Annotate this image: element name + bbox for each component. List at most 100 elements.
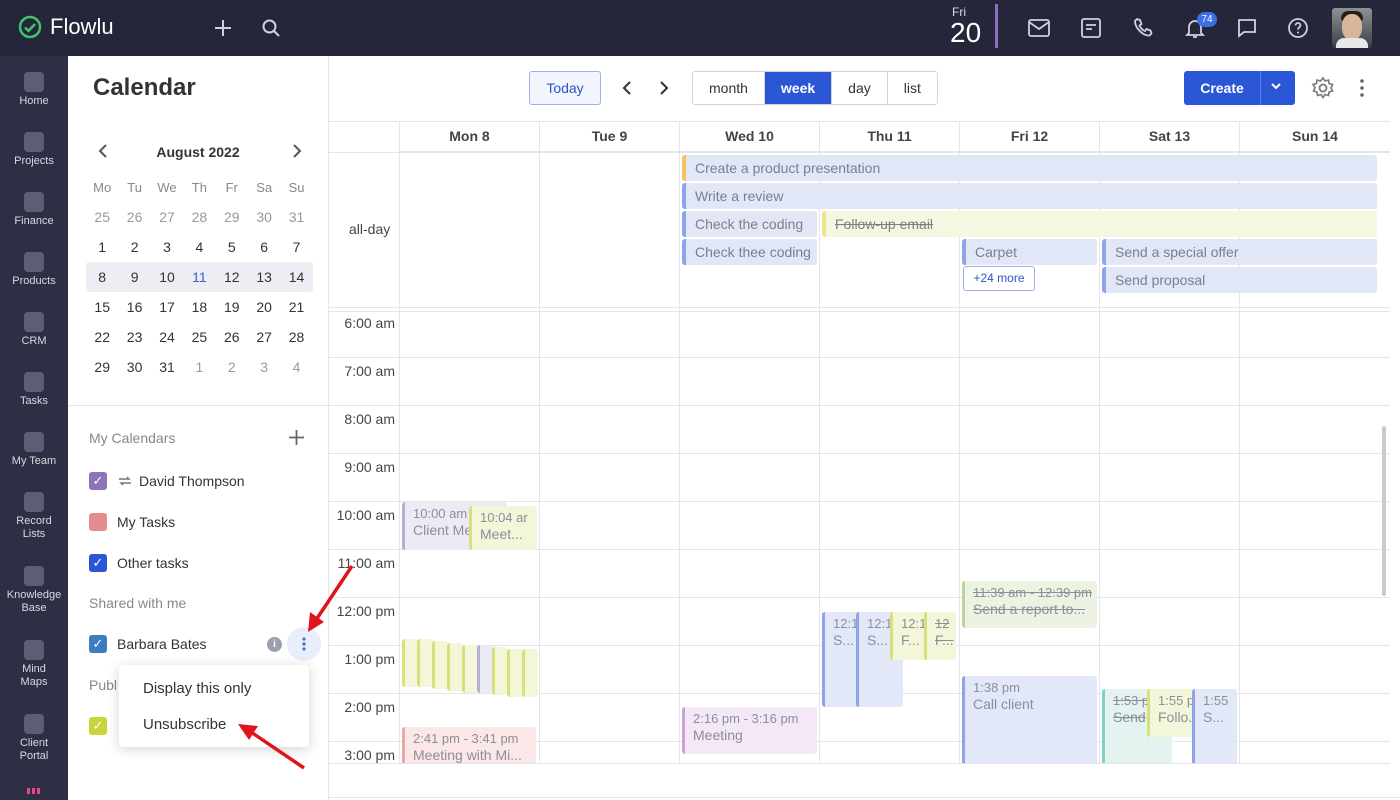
mini-day[interactable]: 3 [151, 239, 183, 255]
day-header[interactable]: Sun 14 [1239, 122, 1390, 152]
chevron-down-icon[interactable] [1270, 79, 1282, 96]
mini-day[interactable]: 3 [248, 359, 280, 375]
checkbox-checked-icon[interactable]: ✓ [89, 717, 107, 735]
view-list-button[interactable]: list [886, 72, 937, 104]
today-button[interactable]: Today [529, 71, 601, 105]
timed-event[interactable] [477, 645, 493, 693]
sidebar-item-crm[interactable]: CRM [0, 312, 68, 348]
mini-day[interactable]: 27 [248, 329, 280, 345]
mini-day[interactable]: 26 [118, 209, 150, 225]
mini-day[interactable]: 30 [248, 209, 280, 225]
sidebar-item-finance[interactable]: Finance [0, 192, 68, 228]
sidebar-item-products[interactable]: Products [0, 252, 68, 288]
create-button[interactable]: Create [1184, 71, 1295, 105]
allday-event[interactable]: Follow-up email [822, 211, 1377, 237]
mini-day[interactable]: 19 [216, 299, 248, 315]
mini-day[interactable]: 24 [151, 329, 183, 345]
logo[interactable]: Flowlu [18, 14, 114, 40]
view-day-button[interactable]: day [831, 72, 887, 104]
mini-day[interactable]: 29 [216, 209, 248, 225]
mini-day[interactable]: 15 [86, 299, 118, 315]
sidebar-item-home[interactable]: Home [0, 72, 68, 108]
allday-event[interactable]: Check thee coding [682, 239, 817, 265]
settings-gear-icon[interactable] [1311, 76, 1335, 105]
mini-day[interactable]: 13 [248, 269, 280, 285]
next-week-icon[interactable] [657, 80, 671, 101]
mini-day[interactable]: 25 [183, 329, 215, 345]
sidebar-item-knowledge-base[interactable]: Knowledge Base [0, 566, 68, 615]
menu-item-unsubscribe[interactable]: Unsubscribe [143, 716, 226, 733]
timed-event[interactable]: 10:04 ar Meet... [469, 506, 537, 550]
mini-day[interactable]: 16 [118, 299, 150, 315]
mini-day[interactable]: 27 [151, 209, 183, 225]
day-header[interactable]: Tue 9 [539, 122, 679, 152]
view-month-button[interactable]: month [693, 72, 764, 104]
mini-day[interactable]: 17 [151, 299, 183, 315]
timed-event[interactable] [402, 639, 418, 687]
prev-week-icon[interactable] [620, 80, 634, 101]
grid-scrollbar[interactable] [1382, 426, 1386, 596]
sidebar-item-record-lists[interactable]: Record Lists [0, 492, 68, 541]
mini-day[interactable]: 30 [118, 359, 150, 375]
sidebar-item-projects[interactable]: Projects [0, 132, 68, 168]
timed-event[interactable] [432, 641, 448, 689]
mini-day[interactable]: 9 [118, 269, 150, 285]
view-week-button[interactable]: week [763, 72, 832, 104]
mini-day[interactable]: 31 [280, 209, 312, 225]
calendar-item-my-tasks[interactable]: My Tasks [89, 512, 175, 532]
mini-day[interactable]: 10 [151, 269, 183, 285]
chat-icon[interactable] [1233, 14, 1261, 42]
timed-event[interactable] [507, 649, 523, 697]
mini-day[interactable]: 8 [86, 269, 118, 285]
calendar-item-david-thompson[interactable]: ✓ David Thompson [89, 471, 245, 491]
mini-day[interactable]: 1 [183, 359, 215, 375]
calendar-item-other-tasks[interactable]: ✓ Other tasks [89, 553, 189, 573]
mini-day[interactable]: 28 [280, 329, 312, 345]
mini-day[interactable]: 4 [280, 359, 312, 375]
mini-day[interactable]: 5 [216, 239, 248, 255]
mini-next-icon[interactable] [290, 142, 304, 165]
sidebar-item-my-team[interactable]: My Team [0, 432, 68, 468]
sidebar-item-client-portal[interactable]: Client Portal [0, 714, 68, 763]
search-icon[interactable] [257, 14, 285, 42]
menu-item-display-this-only[interactable]: Display this only [143, 680, 251, 697]
timed-event[interactable]: 12 F... [924, 612, 956, 660]
timed-event[interactable] [417, 639, 433, 687]
timed-event[interactable]: 2:41 pm - 3:41 pm Meeting with Mi... [402, 727, 536, 763]
mini-day[interactable]: 1 [86, 239, 118, 255]
mini-day[interactable]: 4 [183, 239, 215, 255]
mini-day[interactable]: 23 [118, 329, 150, 345]
day-header[interactable]: Fri 12 [959, 122, 1099, 152]
checkbox-checked-icon[interactable]: ✓ [89, 472, 107, 490]
allday-event[interactable]: Carpet [962, 239, 1097, 265]
allday-event[interactable]: Check the coding [682, 211, 817, 237]
mini-day[interactable]: 31 [151, 359, 183, 375]
more-options-icon[interactable] [1360, 79, 1364, 102]
timed-event[interactable]: 1:55 pm Follo... [1147, 689, 1197, 737]
mini-day[interactable]: 22 [86, 329, 118, 345]
timed-event[interactable]: 1:38 pm Call client [962, 676, 1097, 763]
sidebar-item-mind-maps[interactable]: Mind Maps [0, 640, 68, 689]
checkbox-checked-icon[interactable]: ✓ [89, 554, 107, 572]
allday-event[interactable]: Send proposal [1102, 267, 1377, 293]
more-events-button[interactable]: +24 more [963, 266, 1035, 291]
phone-icon[interactable] [1129, 14, 1157, 42]
mini-day[interactable]: 25 [86, 209, 118, 225]
mini-day[interactable]: 18 [183, 299, 215, 315]
allday-event[interactable]: Create a product presentation [682, 155, 1377, 181]
add-icon[interactable] [209, 14, 237, 42]
allday-event[interactable]: Write a review [682, 183, 1377, 209]
timed-event[interactable]: 2:16 pm - 3:16 pm Meeting [682, 707, 817, 754]
mail-icon[interactable] [1025, 14, 1053, 42]
timed-event[interactable] [522, 649, 538, 697]
user-avatar[interactable] [1332, 8, 1372, 48]
timed-event[interactable] [492, 647, 508, 695]
add-calendar-icon[interactable] [288, 429, 305, 451]
checkbox-unchecked-icon[interactable] [89, 513, 107, 531]
mini-day[interactable]: 21 [280, 299, 312, 315]
mini-day[interactable]: 6 [248, 239, 280, 255]
day-header[interactable]: Sat 13 [1099, 122, 1239, 152]
notes-icon[interactable] [1077, 14, 1105, 42]
mini-day[interactable]: 26 [216, 329, 248, 345]
mini-day[interactable]: 14 [280, 269, 312, 285]
